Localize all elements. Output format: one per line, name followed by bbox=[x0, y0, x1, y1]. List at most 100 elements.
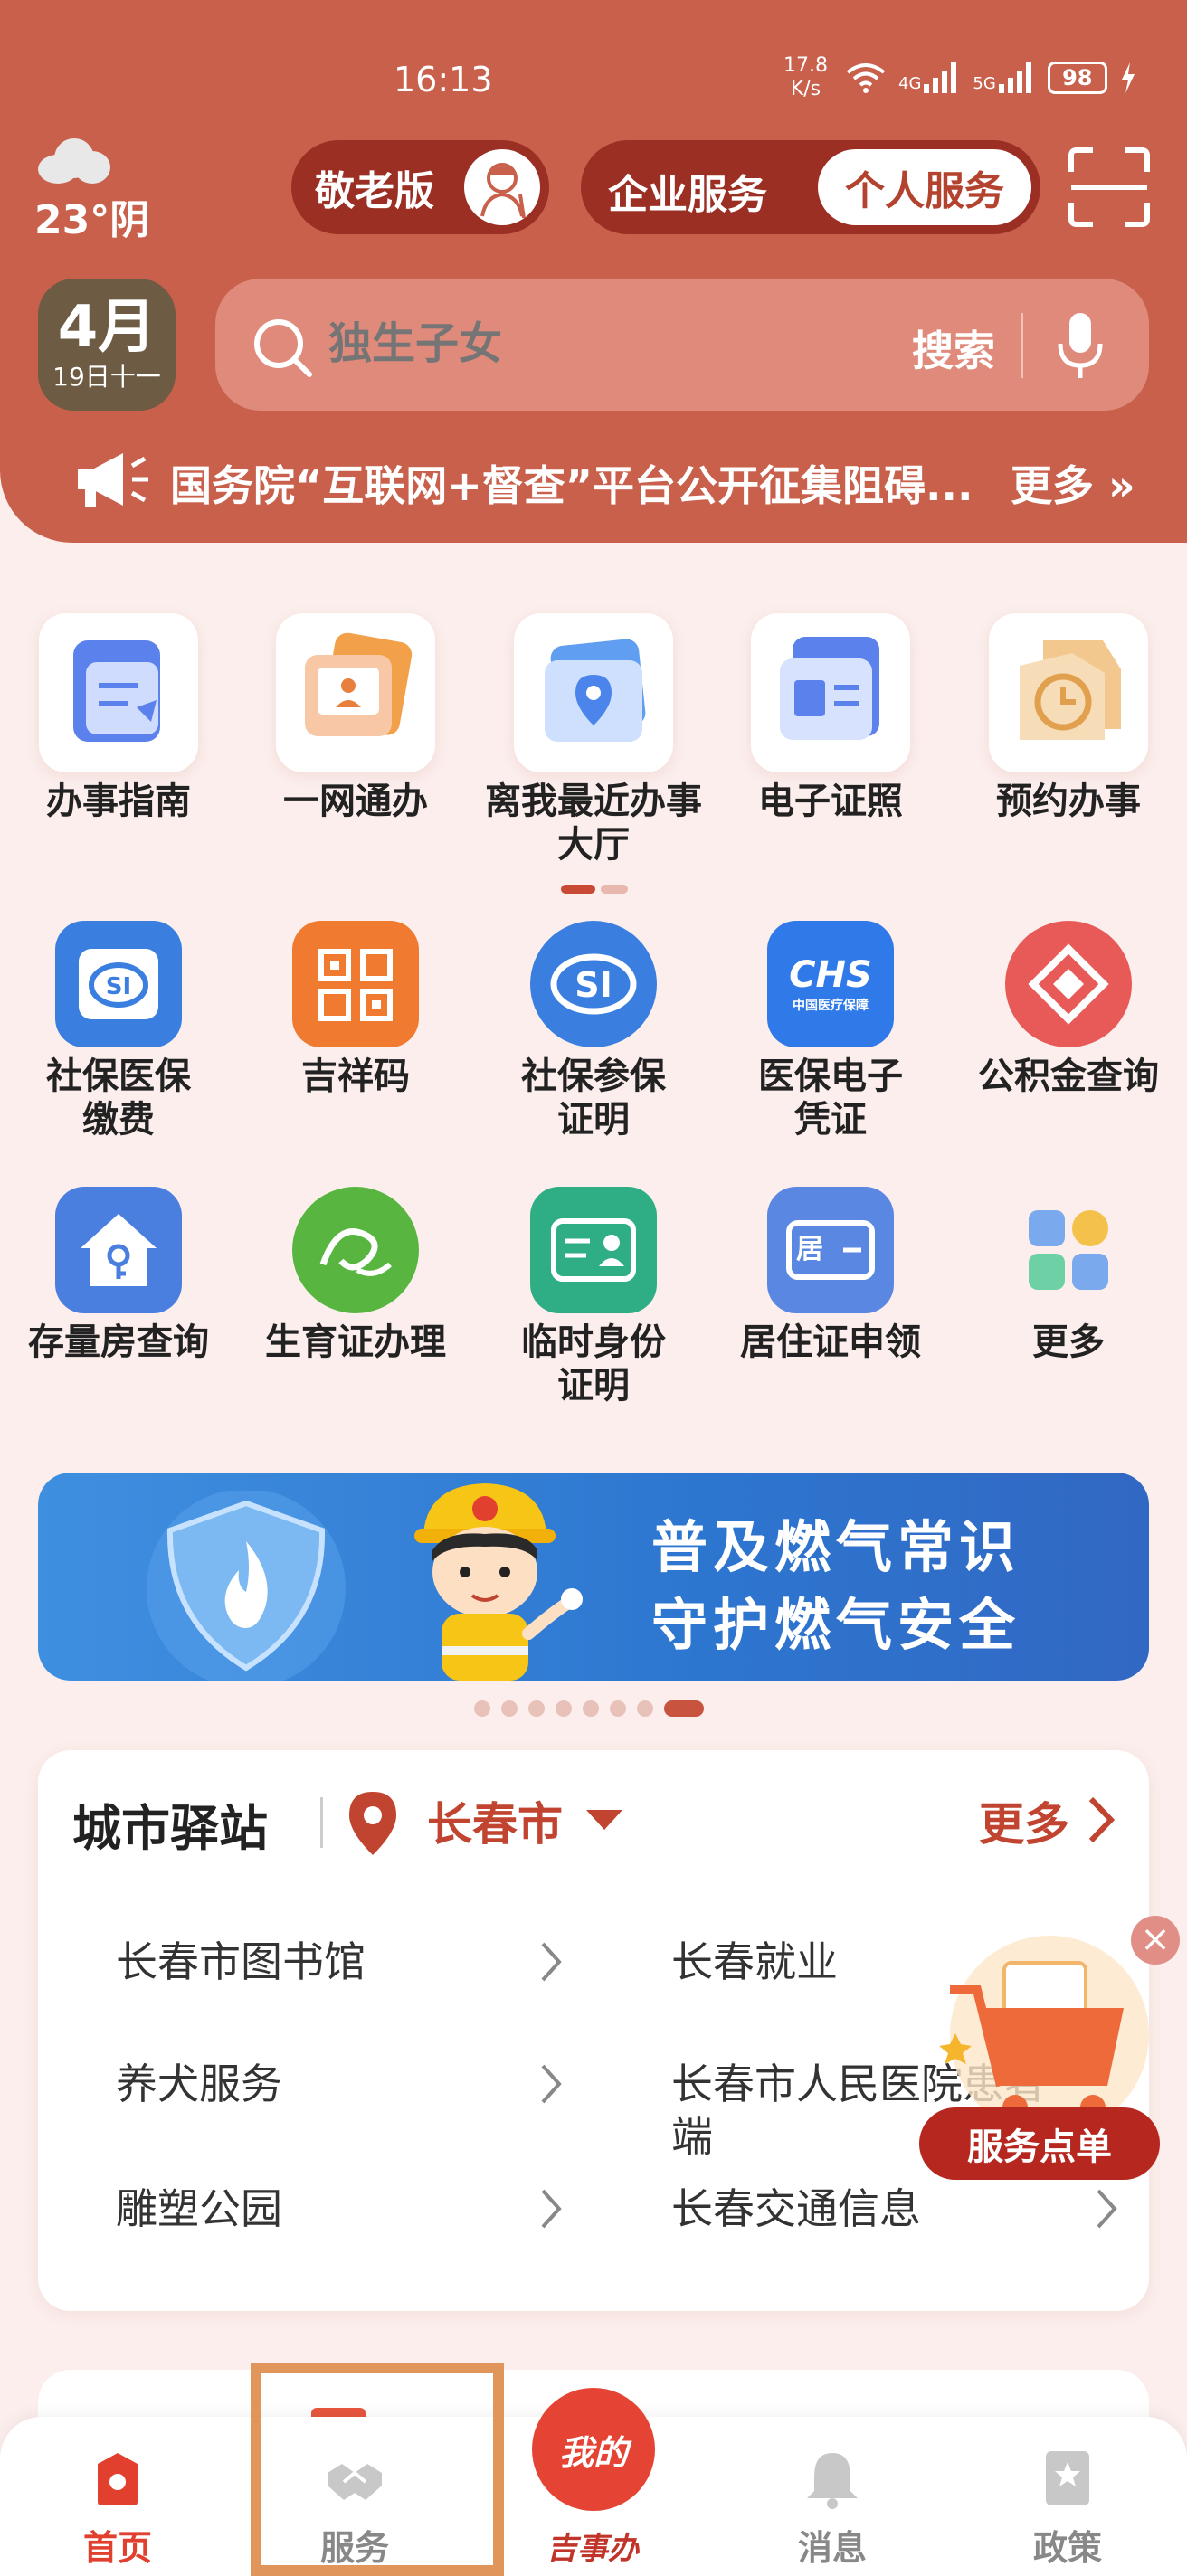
search-divider bbox=[1021, 313, 1023, 378]
service-birth-cert[interactable]: 生育证办理 bbox=[237, 1187, 474, 1364]
microphone-icon[interactable] bbox=[1053, 309, 1107, 382]
service-toggle: 企业服务 个人服务 bbox=[581, 140, 1040, 234]
city-item[interactable]: 养犬服务 bbox=[116, 2058, 282, 2110]
service-house-query[interactable]: 存量房查询 bbox=[0, 1187, 237, 1364]
quick-services-pager bbox=[561, 885, 628, 894]
birth-cert-icon bbox=[292, 1187, 419, 1313]
quick-service-label: 预约办事 bbox=[996, 781, 1141, 822]
home-icon bbox=[98, 2453, 138, 2505]
e-license-icon bbox=[751, 613, 910, 772]
nav-label: 首页 bbox=[82, 2528, 152, 2568]
temperature: 23°阴 bbox=[34, 197, 150, 243]
banner-pager bbox=[474, 1700, 704, 1717]
service-label: 医保电子凭证 bbox=[758, 1056, 903, 1141]
city-item[interactable]: 长春市图书馆 bbox=[116, 1936, 366, 1988]
appointment-icon bbox=[989, 613, 1148, 772]
quick-service-guide[interactable]: 办事指南 bbox=[0, 613, 237, 823]
elder-avatar-icon bbox=[464, 149, 540, 225]
city-selector[interactable]: 长春市 bbox=[427, 1788, 563, 1853]
chevron-down-icon[interactable] bbox=[586, 1810, 622, 1830]
service-housing-fund[interactable]: 公积金查询 bbox=[950, 921, 1187, 1098]
city-item[interactable]: 长春就业 bbox=[671, 1936, 838, 1988]
quick-service-label: 离我最近办事大厅 bbox=[485, 781, 702, 866]
date-month: 4月 bbox=[57, 294, 157, 361]
service-more[interactable]: 更多 bbox=[950, 1187, 1187, 1364]
service-order-button[interactable]: 服务点单 bbox=[919, 2107, 1160, 2180]
svg-text:SI: SI bbox=[106, 973, 131, 1000]
charging-icon bbox=[1121, 62, 1135, 93]
divider bbox=[320, 1797, 323, 1848]
scan-icon[interactable] bbox=[1068, 147, 1151, 228]
quick-service-nearest-hall[interactable]: 离我最近办事大厅 bbox=[475, 613, 712, 867]
svg-text:SI: SI bbox=[575, 965, 612, 1005]
notice-text: 国务院“互联网+督查”平台公开征集阻碍... bbox=[170, 461, 973, 510]
quick-service-e-license[interactable]: 电子证照 bbox=[712, 613, 949, 823]
service-label: 更多 bbox=[1032, 1321, 1105, 1363]
weather-widget[interactable]: 23°阴 bbox=[34, 131, 149, 245]
personal-service-tab[interactable]: 个人服务 bbox=[818, 149, 1031, 225]
chevron-right-icon[interactable] bbox=[1095, 2187, 1118, 2230]
residence-permit-icon: 居 bbox=[767, 1187, 894, 1313]
city-more-link[interactable]: 更多 bbox=[979, 1788, 1069, 1853]
signal-5g-icon: 5G bbox=[973, 62, 1034, 93]
search-input[interactable] bbox=[328, 318, 817, 369]
date-badge[interactable]: 4月 19日十一 bbox=[38, 279, 176, 411]
fire-shield-icon bbox=[147, 1491, 346, 1681]
megaphone-icon bbox=[78, 453, 148, 507]
search-bar[interactable]: 搜索 bbox=[215, 279, 1149, 411]
elder-mode-button[interactable]: 敬老版 bbox=[291, 140, 549, 234]
nav-label: 消息 bbox=[797, 2528, 867, 2568]
service-label: 社保参保证明 bbox=[521, 1056, 666, 1141]
service-residence-permit[interactable]: 居 居住证申领 bbox=[712, 1187, 949, 1364]
quick-service-online[interactable]: 一网通办 bbox=[237, 613, 474, 823]
nav-messages[interactable]: 消息 bbox=[742, 2446, 923, 2570]
search-button[interactable]: 搜索 bbox=[912, 318, 995, 378]
service-label: 居住证申领 bbox=[740, 1321, 921, 1363]
search-icon bbox=[254, 319, 312, 377]
gas-safety-banner[interactable]: 普及燃气常识 守护燃气安全 bbox=[38, 1473, 1149, 1681]
firefighter-mascot-icon bbox=[414, 1483, 583, 1681]
chevron-right-icon[interactable] bbox=[1087, 1795, 1115, 1844]
highlight-box bbox=[251, 2363, 504, 2576]
nav-center-button[interactable]: 我的 bbox=[532, 2388, 655, 2511]
nav-home[interactable]: 首页 bbox=[27, 2446, 208, 2570]
chevron-right-icon[interactable] bbox=[539, 1940, 563, 1984]
nav-policy[interactable]: 政策 bbox=[977, 2446, 1158, 2570]
service-label: 社保医保缴费 bbox=[46, 1056, 191, 1141]
location-pin-icon[interactable] bbox=[347, 1790, 398, 1857]
service-label: 生育证办理 bbox=[265, 1321, 446, 1363]
housing-fund-icon bbox=[1005, 921, 1132, 1047]
net-speed: 17.8 K/s bbox=[783, 54, 828, 100]
chevron-right-icon[interactable] bbox=[539, 2187, 563, 2230]
chs-medical-icon: CHS 中国医疗保障 bbox=[767, 921, 894, 1047]
quick-service-label: 电子证照 bbox=[758, 781, 903, 822]
more-grid-icon bbox=[1005, 1187, 1132, 1313]
status-bar: 16:13 17.8 K/s 4G 5G 98 bbox=[0, 54, 1187, 109]
service-jixiang-code[interactable]: 吉祥码 bbox=[237, 921, 474, 1098]
battery-icon: 98 bbox=[1047, 62, 1107, 94]
service-label: 临时身份证明 bbox=[521, 1321, 666, 1406]
service-social-insurance-cert[interactable]: SI 社保参保证明 bbox=[475, 921, 712, 1141]
service-temp-id[interactable]: 临时身份证明 bbox=[475, 1187, 712, 1407]
quick-service-label: 办事指南 bbox=[46, 781, 191, 822]
close-icon[interactable]: × bbox=[1131, 1916, 1180, 1965]
city-item[interactable]: 雕塑公园 bbox=[116, 2183, 282, 2235]
policy-icon bbox=[1046, 2451, 1089, 2505]
elder-mode-label: 敬老版 bbox=[315, 168, 434, 214]
location-hall-icon bbox=[514, 613, 673, 772]
social-insurance-cert-icon: SI bbox=[530, 921, 657, 1047]
notice-more-link[interactable]: 更多 » bbox=[1011, 453, 1135, 513]
status-time: 16:13 bbox=[394, 60, 493, 99]
chevron-right-icon[interactable] bbox=[539, 2062, 563, 2106]
nav-label: 政策 bbox=[1032, 2528, 1102, 2568]
notice-bar[interactable]: 国务院“互联网+督查”平台公开征集阻碍... 更多 » bbox=[72, 448, 1158, 511]
online-service-icon bbox=[276, 613, 435, 772]
service-medical-e-voucher[interactable]: CHS 中国医疗保障 医保电子凭证 bbox=[712, 921, 949, 1141]
quick-service-appointment[interactable]: 预约办事 bbox=[950, 613, 1187, 823]
status-icons: 4G 5G 98 bbox=[846, 62, 1136, 94]
city-item[interactable]: 长春交通信息 bbox=[671, 2183, 921, 2235]
guide-icon bbox=[39, 613, 198, 772]
enterprise-service-tab[interactable]: 企业服务 bbox=[608, 162, 767, 220]
service-label: 存量房查询 bbox=[28, 1321, 209, 1363]
service-social-insurance-payment[interactable]: SI 社保医保缴费 bbox=[0, 921, 237, 1141]
